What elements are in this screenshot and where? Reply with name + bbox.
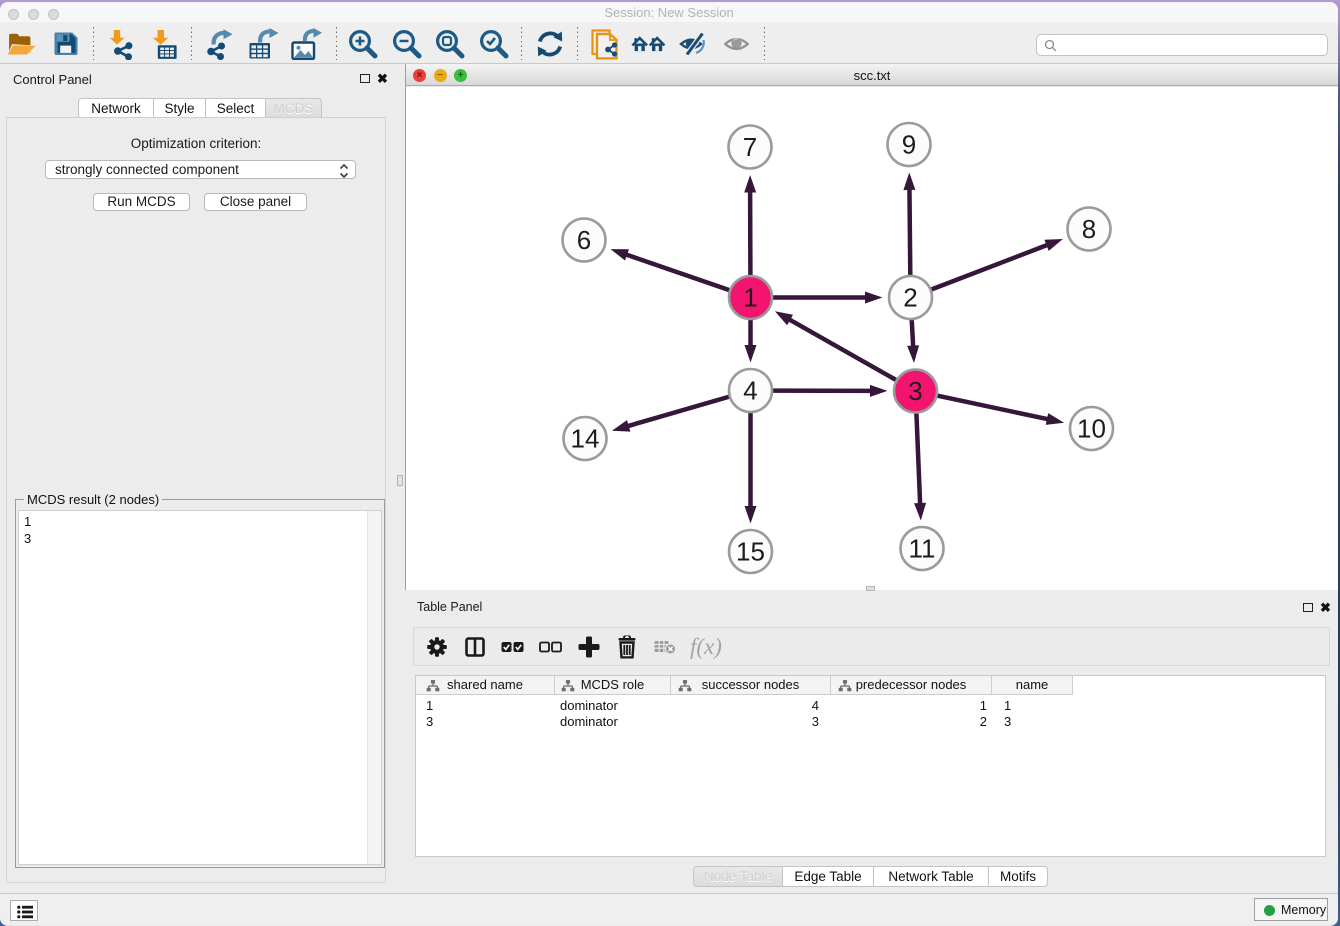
svg-text:10: 10 [1077,414,1106,444]
svg-text:1: 1 [743,283,757,313]
svg-text:11: 11 [909,534,936,564]
svg-text:9: 9 [902,130,916,160]
svg-text:6: 6 [577,225,591,255]
svg-text:7: 7 [743,132,757,162]
svg-text:2: 2 [903,283,917,313]
svg-text:15: 15 [736,537,765,567]
svg-text:14: 14 [571,424,600,454]
svg-text:3: 3 [908,376,922,406]
svg-text:8: 8 [1082,214,1096,244]
svg-text:4: 4 [743,376,757,406]
